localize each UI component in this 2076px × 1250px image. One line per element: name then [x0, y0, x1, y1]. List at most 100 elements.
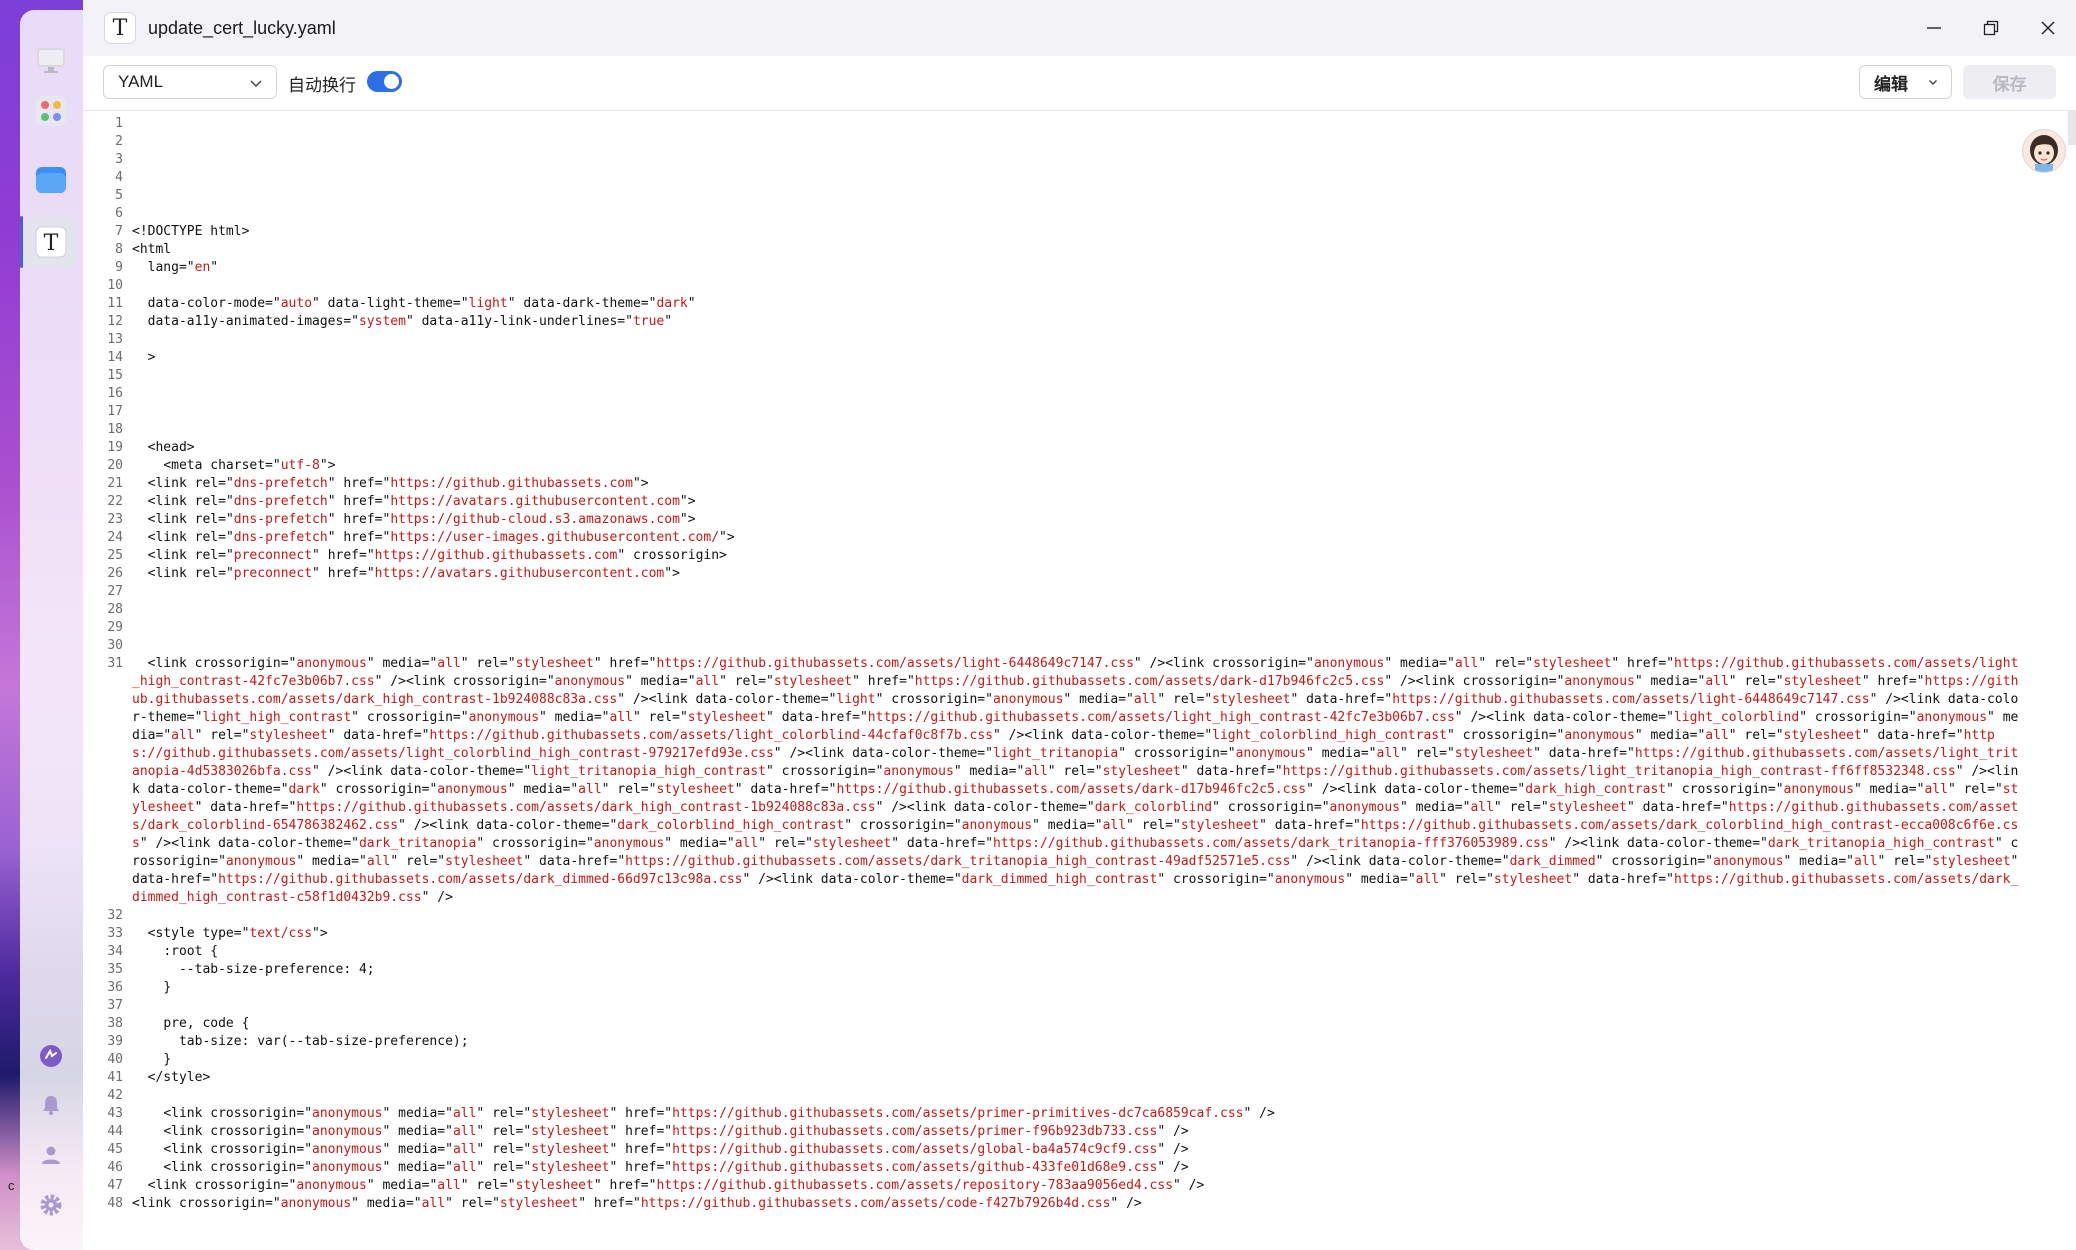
close-button[interactable]	[2019, 0, 2076, 56]
line-number: 34	[107, 944, 123, 959]
minimize-icon	[1926, 27, 1941, 29]
edit-menu-label: 编辑	[1874, 74, 1908, 95]
line-text: <link crossorigin="anonymous" media="all…	[132, 1142, 1189, 1157]
line-text	[123, 907, 2023, 925]
line-text: <link rel="dns-prefetch" href="https://a…	[132, 494, 696, 509]
code-line: 32	[83, 907, 2023, 925]
dock-active-indicator	[20, 216, 23, 268]
text-editor-app-icon: T	[104, 12, 136, 44]
line-text: </style>	[132, 1070, 211, 1085]
line-text: >	[132, 350, 156, 365]
chevron-down-icon	[1929, 80, 1937, 85]
line-text	[123, 385, 2023, 403]
word-wrap-toggle[interactable]	[367, 71, 402, 92]
edit-menu-button[interactable]: 编辑	[1859, 65, 1952, 99]
line-number: 30	[107, 638, 123, 653]
user-icon[interactable]	[31, 1135, 71, 1175]
minimize-button[interactable]	[1905, 0, 1962, 56]
restore-icon	[1983, 20, 1998, 36]
language-select-value: YAML	[118, 72, 164, 91]
settings-icon[interactable]	[31, 1185, 71, 1225]
line-text	[123, 637, 2023, 655]
line-number: 14	[107, 350, 123, 365]
line-number: 22	[107, 494, 123, 509]
line-text: <link rel="dns-prefetch" href="https://u…	[132, 530, 735, 545]
code-line: 37	[83, 997, 2023, 1015]
line-number: 41	[107, 1070, 123, 1085]
svg-text:T: T	[44, 231, 59, 256]
line-text: <link rel="dns-prefetch" href="https://g…	[132, 476, 649, 491]
sync-icon[interactable]	[31, 1036, 71, 1076]
word-wrap-label: 自动换行	[288, 76, 356, 96]
assistant-avatar[interactable]	[2022, 129, 2066, 173]
code-line: 40 }	[83, 1051, 2023, 1069]
close-icon	[2041, 21, 2054, 35]
line-text: pre, code {	[132, 1016, 250, 1031]
code-line: 12 data-a11y-animated-images="system" da…	[83, 313, 2023, 331]
line-text: <link rel="preconnect" href="https://ava…	[132, 566, 680, 581]
code-line: 25 <link rel="preconnect" href="https://…	[83, 547, 2023, 565]
code-line: 20 <meta charset="utf-8">	[83, 457, 2023, 475]
line-text: <html	[132, 242, 172, 257]
text-editor-icon[interactable]: T	[24, 216, 78, 268]
language-select[interactable]: YAML	[103, 65, 277, 99]
line-number: 6	[115, 206, 123, 221]
line-text	[123, 133, 2023, 151]
code-line: 33 <style type="text/css">	[83, 925, 2023, 943]
line-number: 37	[107, 998, 123, 1013]
code-line: 30	[83, 637, 2023, 655]
avatar-icon	[2030, 135, 2058, 172]
code-line: 21 <link rel="dns-prefetch" href="https:…	[83, 475, 2023, 493]
code-line: 29	[83, 619, 2023, 637]
line-text	[123, 583, 2023, 601]
line-number: 36	[107, 980, 123, 995]
line-number: 33	[107, 926, 123, 941]
code-line: 26 <link rel="preconnect" href="https://…	[83, 565, 2023, 583]
line-number: 16	[107, 386, 123, 401]
line-number: 39	[107, 1034, 123, 1049]
line-number: 18	[107, 422, 123, 437]
line-number: 40	[107, 1052, 123, 1067]
code-line: 8 <html	[83, 241, 2023, 259]
file-manager-icon[interactable]	[31, 160, 71, 200]
code-line: 28	[83, 601, 2023, 619]
code-line: 11 data-color-mode="auto" data-light-the…	[83, 295, 2023, 313]
code-line: 4	[83, 169, 2023, 187]
code-line: 34 :root {	[83, 943, 2023, 961]
line-text: data-a11y-animated-images="system" data-…	[132, 314, 673, 329]
app-center-icon[interactable]	[31, 91, 71, 131]
line-number: 5	[115, 188, 123, 203]
code-line: 14 >	[83, 349, 2023, 367]
line-text	[123, 997, 2023, 1015]
line-text: --tab-size-preference: 4;	[132, 962, 375, 977]
line-number: 38	[107, 1016, 123, 1031]
save-button[interactable]: 保存	[1963, 65, 2056, 99]
line-number: 2	[115, 134, 123, 149]
toggle-knob	[384, 74, 399, 89]
line-number: 27	[107, 584, 123, 599]
line-text: <link crossorigin="anonymous" media="all…	[132, 1178, 1205, 1193]
line-number: 17	[107, 404, 123, 419]
line-text	[123, 205, 2023, 223]
line-text: <link rel="dns-prefetch" href="https://g…	[132, 512, 696, 527]
chevron-down-icon	[250, 80, 262, 88]
line-text: lang="en"	[132, 260, 219, 275]
code-line: 13	[83, 331, 2023, 349]
bell-icon[interactable]	[31, 1085, 71, 1125]
line-text	[123, 169, 2023, 187]
code-line: 5	[83, 187, 2023, 205]
scrollbar-thumb[interactable]	[2068, 111, 2076, 145]
code-line: 2	[83, 133, 2023, 151]
line-number: 8	[115, 242, 123, 257]
code-editor[interactable]: 1 2 3 4 5 6 7 <!DOCTYPE html> 8 <html 9 lang="en" 1…	[83, 111, 2076, 1250]
line-text	[123, 277, 2023, 295]
code-line: 7 <!DOCTYPE html>	[83, 223, 2023, 241]
code-line: 17	[83, 403, 2023, 421]
line-text: <link crossorigin="anonymous" media="all…	[132, 1124, 1189, 1139]
maximize-button[interactable]	[1962, 0, 2019, 56]
line-number: 45	[107, 1142, 123, 1157]
line-number: 15	[107, 368, 123, 383]
line-number: 11	[107, 296, 123, 311]
desktop-icon[interactable]	[31, 40, 71, 80]
line-number: 7	[115, 224, 123, 239]
